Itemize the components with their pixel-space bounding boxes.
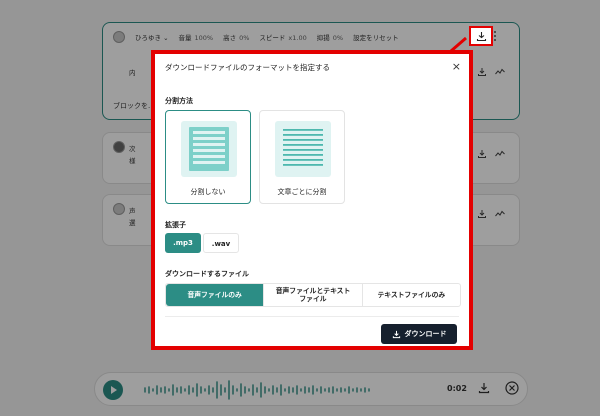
extension-section-label: 拡張子: [165, 221, 186, 229]
download-button-label: ダウンロード: [404, 330, 447, 338]
modal-highlight-frame: ダウンロードファイルのフォーマットを指定する × 分割方法 分割しない 文章ごと…: [151, 50, 473, 350]
split-option-by-sentence[interactable]: 文章ごとに分割: [259, 110, 345, 204]
download-icon: [392, 330, 400, 338]
close-icon[interactable]: ×: [452, 60, 461, 73]
split-lines-icon: [275, 121, 331, 177]
file-section-label: ダウンロードするファイル: [165, 270, 249, 278]
file-option-audio-only[interactable]: 音声ファイルのみ: [166, 284, 265, 306]
split-section-label: 分割方法: [165, 97, 193, 105]
format-mp3-button[interactable]: .mp3: [165, 233, 201, 253]
split-option-label: 分割しない: [190, 188, 226, 196]
single-document-icon: [181, 121, 237, 177]
file-option-audio-and-text[interactable]: 音声ファイルとテキスト ファイル: [264, 284, 363, 306]
file-option-text-only[interactable]: テキストファイルのみ: [363, 284, 460, 306]
split-option-label: 文章ごとに分割: [277, 188, 327, 196]
dialog-title: ダウンロードファイルのフォーマットを指定する: [165, 63, 330, 72]
format-wav-button[interactable]: .wav: [203, 233, 239, 253]
file-type-selector: 音声ファイルのみ 音声ファイルとテキスト ファイル テキストファイルのみ: [165, 283, 461, 307]
divider: [165, 316, 459, 317]
download-button[interactable]: ダウンロード: [381, 324, 457, 344]
split-option-none[interactable]: 分割しない: [165, 110, 251, 204]
download-format-dialog: ダウンロードファイルのフォーマットを指定する × 分割方法 分割しない 文章ごと…: [159, 58, 465, 344]
